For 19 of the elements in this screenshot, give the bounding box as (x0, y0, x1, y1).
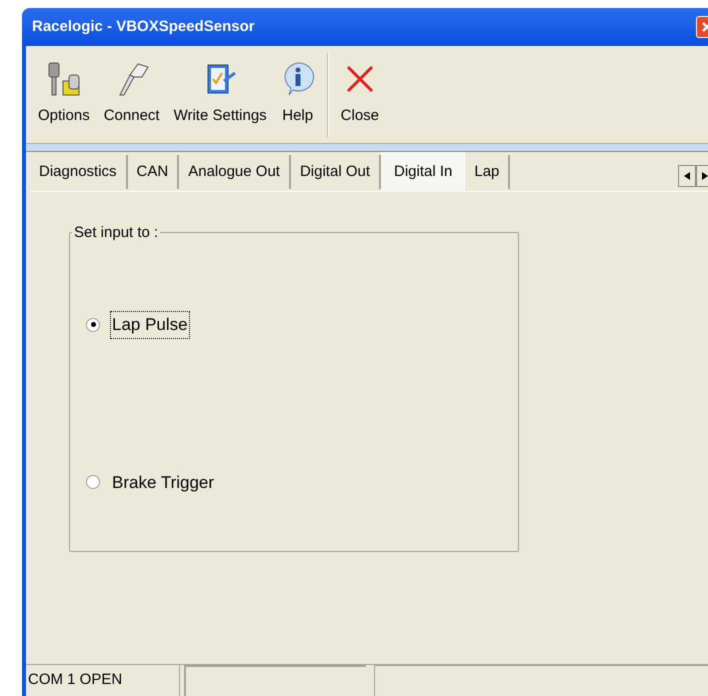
tab[interactable]: Diagnostics (30, 155, 128, 189)
tab[interactable]: Analogue Out (179, 155, 291, 189)
toolbar-button[interactable]: Help (274, 52, 321, 138)
radio-button[interactable] (86, 318, 100, 332)
toolbar-button[interactable]: Connect (98, 52, 166, 138)
scroll-left-button[interactable] (678, 165, 696, 187)
tab[interactable]: Digital In (381, 152, 466, 192)
right-arrow-icon (702, 172, 708, 180)
window-title: Racelogic - VBOXSpeedSensor (32, 16, 255, 37)
toolbar-button[interactable]: Close (334, 52, 386, 138)
radio-label: Lap Pulse (110, 311, 190, 338)
radio-button[interactable] (86, 475, 100, 490)
toolbar-button[interactable]: Write Settings (168, 52, 273, 138)
tab[interactable]: CAN (128, 155, 180, 189)
radio-label: Brake Trigger (111, 472, 216, 494)
toolbar-button[interactable]: Options (32, 52, 96, 138)
status-panel: COM 1 OPEN (26, 665, 180, 696)
left-arrow-icon (684, 172, 690, 180)
tab[interactable]: Lap (465, 155, 510, 189)
